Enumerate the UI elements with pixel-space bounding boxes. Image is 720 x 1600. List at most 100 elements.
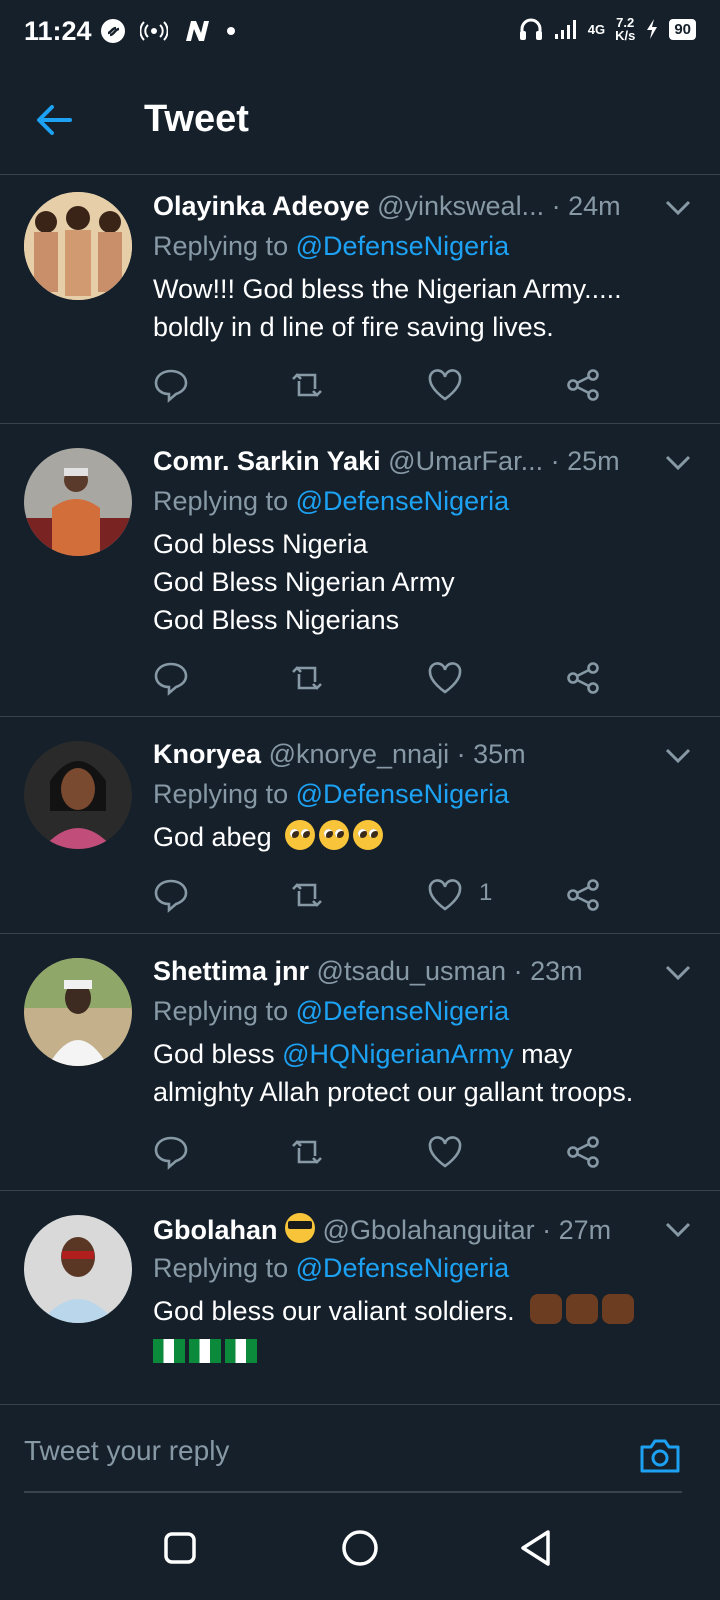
share-icon[interactable] [565, 1134, 601, 1170]
cool-sunglasses-emoji [285, 1213, 316, 1243]
reply-icon[interactable] [153, 1134, 189, 1170]
data-speed: 7.2 K/s [615, 16, 635, 42]
tweet-line: God Bless Nigerian Army [153, 567, 455, 597]
status-time: 11:24 [24, 16, 92, 46]
tweet-text: God bless @HQNigerianArmy may almighty A… [153, 1035, 698, 1111]
home-icon[interactable] [338, 1526, 382, 1570]
tweet-time: · 24m [551, 191, 621, 221]
author-handle[interactable]: @Gbolahanguitar [323, 1215, 535, 1245]
reply-icon[interactable] [153, 367, 189, 403]
mention-link[interactable]: @HQNigerianArmy [282, 1039, 513, 1069]
tweet-line: God bless Nigeria [153, 529, 368, 559]
avatar-image [24, 958, 132, 1066]
tweet-line: Wow!!! God bless the Nigerian Army..... [153, 274, 622, 304]
tweet-line: boldly in d line of fire saving lives. [153, 312, 554, 342]
author-handle[interactable]: @tsadu_usman [317, 956, 507, 986]
tweet-line: God abeg [153, 822, 272, 852]
avatar-image [24, 741, 132, 849]
reply-composer: Tweet your reply [0, 1404, 720, 1493]
nigeria-flag-emoji [189, 1339, 221, 1363]
replying-to-link[interactable]: @DefenseNigeria [296, 1253, 510, 1283]
tweet-actions: 1 [153, 877, 623, 913]
back-nav-icon[interactable] [514, 1526, 558, 1570]
author-name[interactable]: Comr. Sarkin Yaki [153, 446, 381, 476]
replying-to-link[interactable]: @DefenseNigeria [296, 779, 510, 809]
tweet-text: God bless Nigeria God Bless Nigerian Arm… [153, 525, 698, 639]
fist-emoji [602, 1294, 635, 1324]
tweet-text: God bless our valiant soldiers. [153, 1292, 698, 1370]
author-handle[interactable]: @knorye_nnaji [269, 739, 450, 769]
avatar[interactable] [24, 741, 132, 849]
signal-icon [554, 20, 576, 39]
avatar-image [24, 1215, 132, 1323]
author-handle[interactable]: @UmarFar... [388, 446, 543, 476]
chevron-down-icon[interactable] [664, 454, 692, 472]
back-arrow-icon[interactable] [34, 100, 74, 140]
shazam-icon [101, 19, 125, 43]
chevron-down-icon[interactable] [664, 747, 692, 765]
heart-icon[interactable] [427, 877, 463, 913]
like-count: 1 [479, 879, 493, 906]
retweet-icon[interactable] [289, 1134, 325, 1170]
avatar[interactable] [24, 958, 132, 1066]
page-title: Tweet [144, 98, 249, 140]
fist-emoji [530, 1294, 563, 1324]
share-icon[interactable] [565, 877, 601, 913]
share-icon[interactable] [565, 660, 601, 696]
author-name[interactable]: Knoryea [153, 739, 261, 769]
tweet-time: · 23m [513, 956, 583, 986]
heart-icon[interactable] [427, 1134, 463, 1170]
heart-icon[interactable] [427, 367, 463, 403]
reply-tweet[interactable]: Gbolahan @Gbolahanguitar · 27m Replying … [0, 1191, 720, 1403]
fist-emoji [566, 1294, 599, 1324]
charging-icon [647, 19, 658, 39]
nigeria-flag-emoji [153, 1339, 185, 1363]
heart-icon[interactable] [427, 660, 463, 696]
recent-apps-icon[interactable] [158, 1526, 202, 1570]
avatar-image [24, 192, 132, 300]
replying-to-link[interactable]: @DefenseNigeria [296, 231, 510, 261]
replying-to-link[interactable]: @DefenseNigeria [296, 486, 510, 516]
tweet-actions [153, 660, 623, 696]
tweet-time: · 35m [456, 739, 526, 769]
reply-icon[interactable] [153, 660, 189, 696]
author-name[interactable]: Gbolahan [153, 1215, 278, 1245]
tweet-line: God bless our valiant soldiers. [153, 1296, 515, 1326]
tweet-actions [153, 367, 623, 403]
retweet-icon[interactable] [289, 367, 325, 403]
tweet-text-prefix: God bless [153, 1039, 275, 1069]
reply-tweet[interactable]: Knoryea @knorye_nnaji · 35m Replying to … [0, 717, 720, 934]
replying-prefix: Replying to [153, 996, 289, 1026]
avatar[interactable] [24, 192, 132, 300]
dot-icon [227, 27, 235, 35]
avatar[interactable] [24, 448, 132, 556]
author-name[interactable]: Olayinka Adeoye [153, 191, 370, 221]
reply-icon[interactable] [153, 877, 189, 913]
author-name[interactable]: Shettima jnr [153, 956, 309, 986]
retweet-icon[interactable] [289, 877, 325, 913]
battery-indicator: 90 [669, 18, 696, 40]
chevron-down-icon[interactable] [664, 1221, 692, 1239]
replying-to-link[interactable]: @DefenseNigeria [296, 996, 510, 1026]
tweet-actions [153, 1134, 623, 1170]
reply-input[interactable]: Tweet your reply [24, 1435, 229, 1467]
retweet-icon[interactable] [289, 660, 325, 696]
reply-list: Olayinka Adeoye @yinksweal... · 24m Repl… [0, 175, 720, 1403]
camera-icon[interactable] [638, 1435, 682, 1475]
chevron-down-icon[interactable] [664, 964, 692, 982]
tweet-time: · 25m [550, 446, 620, 476]
share-icon[interactable] [565, 367, 601, 403]
replying-prefix: Replying to [153, 231, 289, 261]
nigeria-flag-emoji [225, 1339, 257, 1363]
status-bar: 11:24 4G 7.2 K/s 90 [0, 0, 720, 66]
reply-tweet[interactable]: Olayinka Adeoye @yinksweal... · 24m Repl… [0, 175, 720, 424]
hotspot-icon [140, 21, 168, 41]
author-handle[interactable]: @yinksweal... [377, 191, 544, 221]
reply-tweet[interactable]: Comr. Sarkin Yaki @UmarFar... · 25m Repl… [0, 424, 720, 717]
chevron-down-icon[interactable] [664, 199, 692, 217]
tweet-text: God abeg [153, 818, 698, 856]
reply-tweet[interactable]: Shettima jnr @tsadu_usman · 23m Replying… [0, 934, 720, 1191]
avatar[interactable] [24, 1215, 132, 1323]
pleading-face-emoji [319, 820, 350, 850]
n-app-icon [186, 21, 209, 41]
